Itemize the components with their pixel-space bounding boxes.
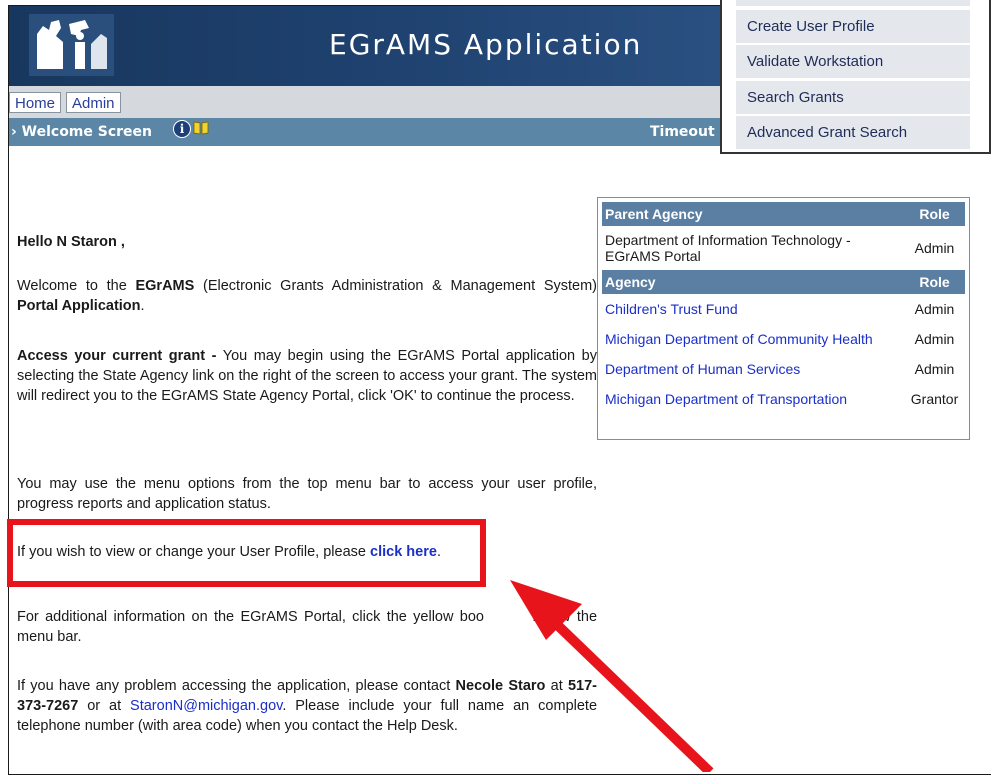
admin-dropdown-menu: Create User Profile Validate Workstation… [720, 0, 991, 154]
table-row: Children's Trust Fund Admin [602, 294, 965, 324]
parent-agency-name: Department of Information Technology - E… [605, 232, 851, 264]
help-desk-paragraph: If you have any problem accessing the ap… [17, 678, 598, 734]
role-value: Admin [914, 240, 955, 256]
access-grant-paragraph: Access your current grant - You may begi… [17, 348, 597, 404]
highlight-box [7, 519, 486, 587]
menu-item-validate-workstation[interactable]: Validate Workstation [736, 45, 970, 78]
role-value: Grantor [910, 391, 959, 407]
yellow-book-icon[interactable] [193, 121, 209, 135]
role-value: Admin [914, 361, 955, 377]
agency-link-human-services[interactable]: Department of Human Services [605, 361, 800, 377]
menu-item-create-user-profile[interactable]: Create User Profile [736, 10, 970, 43]
agency-link-community-health[interactable]: Michigan Department of Community Health [605, 331, 873, 347]
table-row: Michigan Department of Transportation Gr… [602, 384, 965, 414]
menu-options-paragraph: You may use the menu options from the to… [17, 476, 597, 512]
nav-home[interactable]: Home [9, 92, 62, 113]
table-row: Michigan Department of Community Health … [602, 324, 965, 354]
email-link[interactable]: StaronN@michigan.gov [130, 698, 282, 714]
agency-link-childrens-trust-fund[interactable]: Children's Trust Fund [605, 301, 738, 317]
agency-table: Parent Agency Role Department of Informa… [602, 202, 965, 414]
app-title: EGrAMS Application [329, 28, 643, 61]
michigan-logo-icon [29, 14, 114, 76]
menu-item-partial [736, 0, 970, 6]
menu-item-advanced-grant-search[interactable]: Advanced Grant Search [736, 116, 970, 149]
agency-header-row: Agency Role [602, 270, 965, 294]
parent-agency-header: Parent Agency [602, 202, 904, 226]
role-value: Admin [914, 301, 955, 317]
role-header: Role [904, 202, 965, 226]
parent-header-row: Parent Agency Role [602, 202, 965, 226]
role-header: Role [904, 270, 965, 294]
role-value: Admin [914, 331, 955, 347]
welcome-paragraph: Welcome to the EGrAMS (Electronic Grants… [17, 278, 597, 314]
timeout-label: Timeout L [650, 124, 729, 140]
nav-admin[interactable]: Admin [66, 92, 121, 113]
table-row: Department of Human Services Admin [602, 354, 965, 384]
agency-link-transportation[interactable]: Michigan Department of Transportation [605, 391, 847, 407]
table-row: Department of Information Technology - E… [602, 226, 965, 270]
info-icon[interactable]: i [173, 120, 191, 138]
agency-header: Agency [602, 270, 904, 294]
screen-title: › Welcome Screen [11, 124, 153, 140]
greeting: Hello N Staron , [17, 234, 125, 250]
additional-info-paragraph: For additional information on the EGrAMS… [17, 609, 598, 645]
menu-item-search-grants[interactable]: Search Grants [736, 81, 970, 114]
agency-panel: Parent Agency Role Department of Informa… [597, 197, 970, 440]
